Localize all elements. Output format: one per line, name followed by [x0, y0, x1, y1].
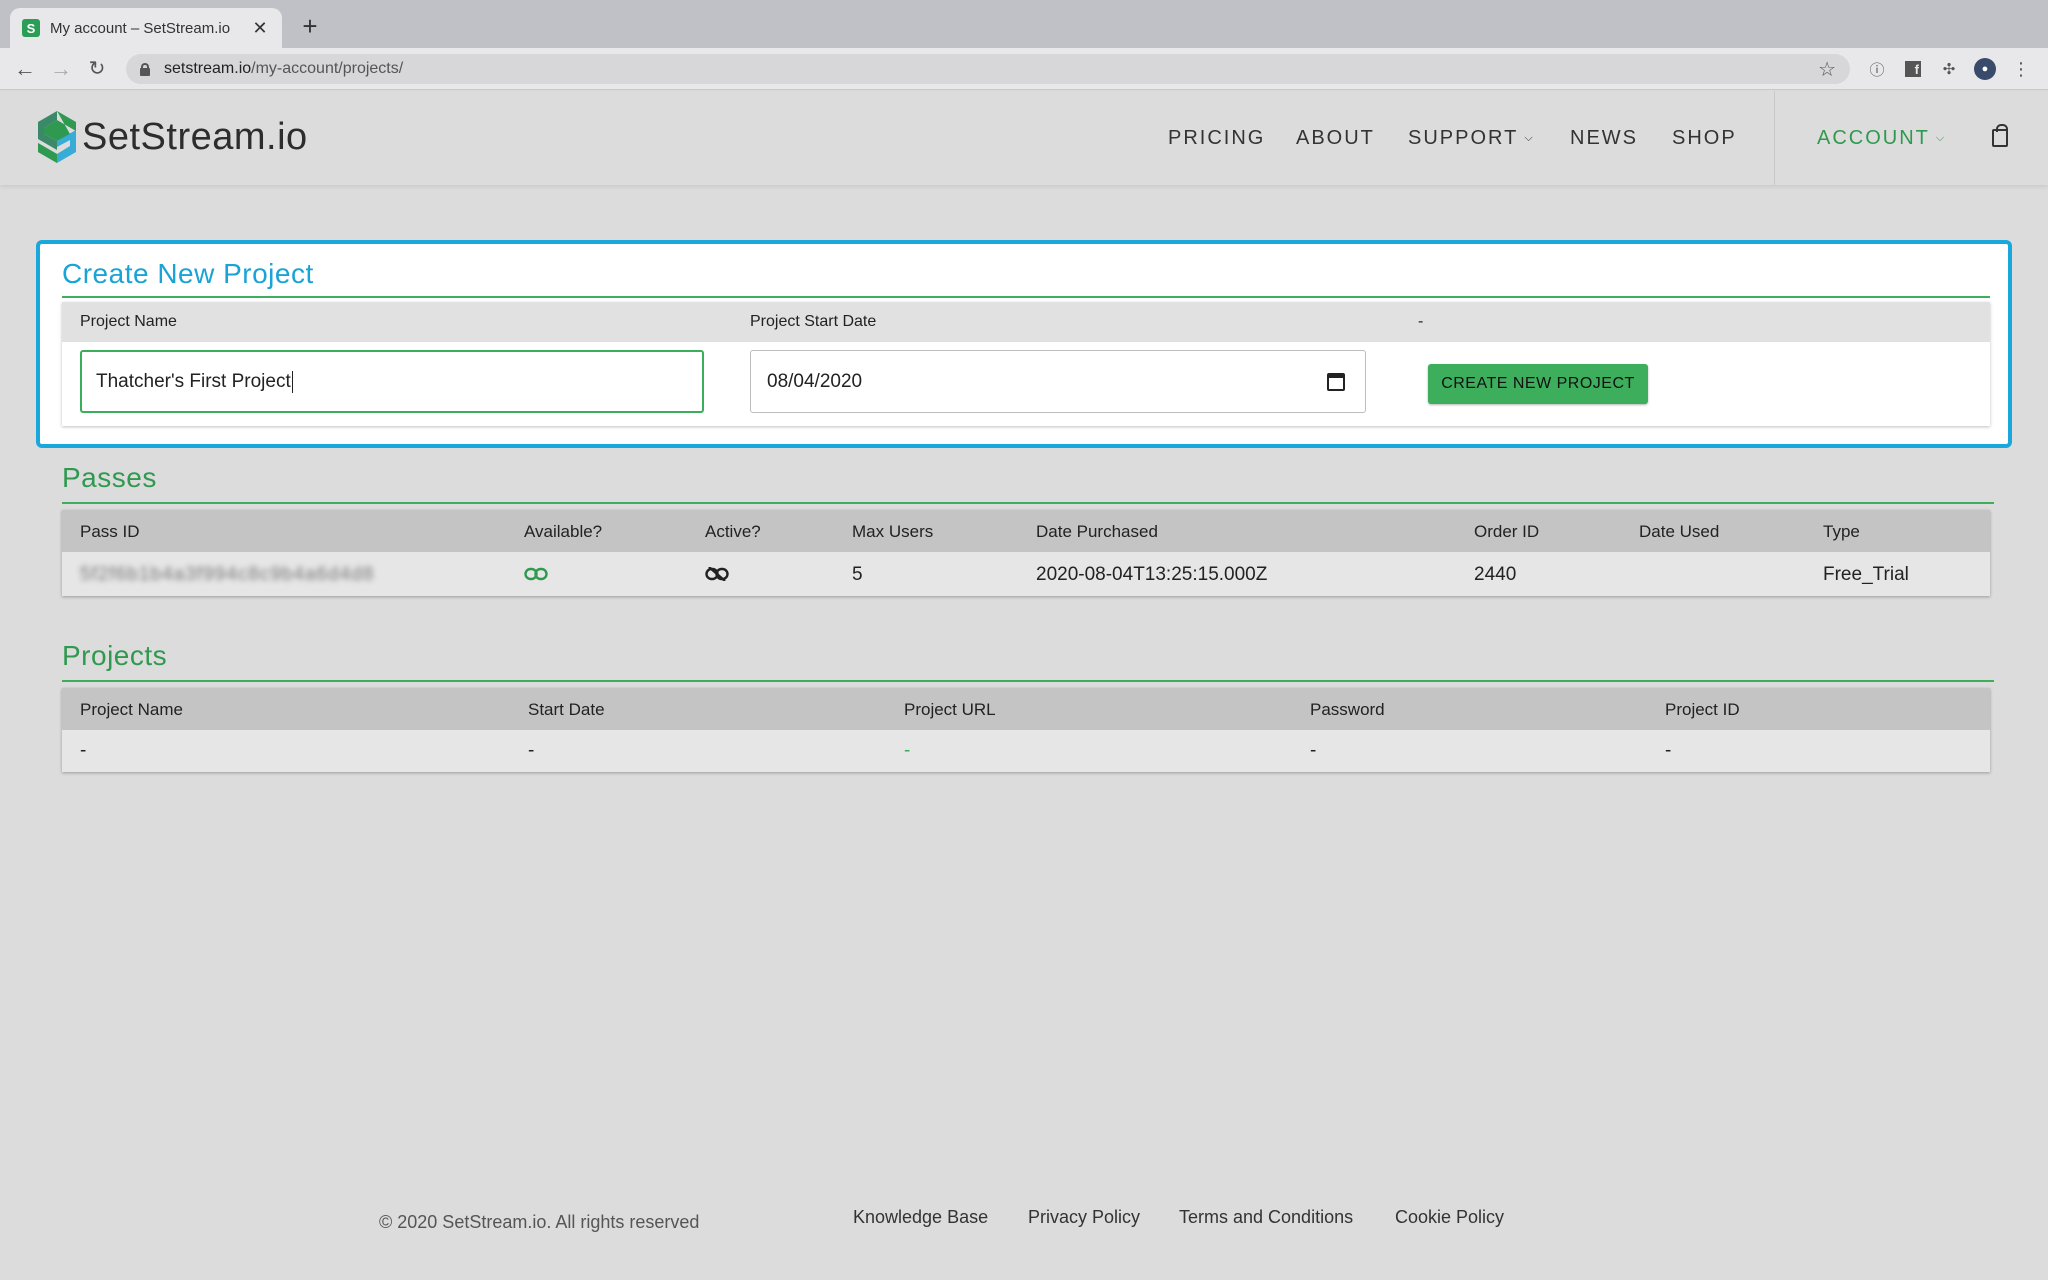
col-project-start-date: Project Start Date [750, 313, 877, 330]
col-start-date: Start Date [528, 700, 605, 719]
new-tab-icon[interactable]: + [296, 12, 324, 40]
col-order-id: Order ID [1474, 522, 1540, 541]
footer-link-knowledge-base[interactable]: Knowledge Base [853, 1207, 988, 1228]
projects-title: Projects [62, 640, 168, 671]
project-name-cell: - [80, 740, 87, 761]
col-action: - [1418, 313, 1424, 330]
shopping-bag-icon[interactable] [1992, 124, 2008, 147]
project-name-value: Thatcher's First Project [96, 370, 291, 392]
extensions-puzzle-icon[interactable]: ✣ [1938, 58, 1960, 80]
forward-arrow-icon[interactable]: → [48, 56, 74, 82]
table-row: - - - - - [62, 730, 1990, 772]
projects-table: Project Name Start Date Project URL Pass… [62, 688, 1990, 772]
create-project-form: Project Name Project Start Date - Thatch… [62, 302, 1990, 426]
project-id-cell: - [1665, 740, 1672, 761]
brand-name: SetStream.io [82, 115, 308, 158]
col-project-url: Project URL [904, 700, 996, 719]
pass-id-value: 5f2f6b1b4a3f994c8c9b4a6d4d8 [80, 564, 375, 585]
profile-avatar[interactable]: ● [1974, 58, 1996, 80]
col-max-users: Max Users [852, 522, 934, 541]
nav-account[interactable]: ACCOUNT ⌵ [1817, 127, 1946, 150]
col-project-name: Project Name [80, 700, 183, 719]
nav-news[interactable]: NEWS [1570, 127, 1638, 150]
section-divider [62, 680, 1994, 682]
nav-shop[interactable]: SHOP [1672, 127, 1737, 150]
text-caret [291, 370, 293, 393]
col-type: Type [1823, 522, 1860, 541]
table-row: 5f2f6b1b4a3f994c8c9b4a6d4d8 5 2020-08-04… [62, 552, 1990, 596]
col-pass-id: Pass ID [80, 522, 140, 541]
footer-link-privacy-policy[interactable]: Privacy Policy [1028, 1207, 1140, 1228]
setstream-logo-icon [38, 111, 76, 163]
browser-menu-icon[interactable]: ⋮ [2010, 58, 2032, 80]
project-name-input[interactable]: Thatcher's First Project [80, 350, 704, 413]
col-project-name: Project Name [80, 313, 177, 330]
passes-title: Passes [62, 462, 157, 493]
passes-table-header: Pass ID Available? Active? Max Users Dat… [62, 510, 1990, 552]
col-date-purchased: Date Purchased [1036, 522, 1158, 541]
section-divider [62, 296, 1990, 298]
col-date-used: Date Used [1639, 522, 1720, 541]
passes-table: Pass ID Available? Active? Max Users Dat… [62, 510, 1990, 596]
password-manager-icon[interactable]: ⓘ [1866, 58, 1888, 80]
order-id-value: 2440 [1474, 564, 1517, 585]
tab-title: My account – SetStream.io [50, 19, 231, 37]
col-password: Password [1310, 700, 1385, 719]
footer-link-terms[interactable]: Terms and Conditions [1179, 1207, 1353, 1228]
max-users-value: 5 [852, 564, 863, 585]
col-available: Available? [524, 522, 603, 541]
nav-support[interactable]: SUPPORT ⌵ [1408, 127, 1535, 150]
browser-toolbar: ← → ↻ setstream.io/my-account/projects/ … [0, 48, 2048, 90]
create-form-body: Thatcher's First Project 08/04/2020 CREA… [62, 342, 1990, 426]
chevron-down-icon: ⌵ [1524, 132, 1535, 144]
date-purchased-value: 2020-08-04T13:25:15.000Z [1036, 564, 1268, 585]
bookmark-star-icon[interactable]: ☆ [1818, 57, 1836, 82]
lock-icon [140, 63, 150, 76]
col-project-id: Project ID [1665, 700, 1740, 719]
nav-about[interactable]: ABOUT [1296, 127, 1375, 150]
chevron-down-icon: ⌵ [1935, 132, 1947, 144]
footer-copyright: © 2020 SetStream.io. All rights reserved [379, 1212, 700, 1232]
back-arrow-icon[interactable]: ← [12, 56, 38, 82]
facebook-extension-icon[interactable]: f [1902, 58, 1924, 80]
nav-support-label: SUPPORT [1408, 127, 1519, 149]
nav-pricing[interactable]: PRICING [1168, 127, 1265, 150]
project-start-date-value: 08/04/2020 [767, 370, 863, 392]
address-bar[interactable]: setstream.io/my-account/projects/ ☆ [126, 54, 1850, 84]
create-project-title: Create New Project [62, 258, 314, 289]
nav-divider [1774, 91, 1775, 185]
section-divider [62, 502, 1994, 504]
link-icon [524, 567, 548, 581]
col-active: Active? [705, 522, 761, 541]
nav-account-label: ACCOUNT [1817, 127, 1930, 149]
close-tab-icon[interactable]: ✕ [250, 18, 270, 39]
project-url-link[interactable]: - [904, 740, 910, 762]
password-cell: - [1310, 740, 1317, 761]
site-favicon-icon: S [22, 19, 40, 37]
create-form-header: Project Name Project Start Date - [62, 302, 1990, 342]
site-header: SetStream.io PRICING ABOUT SUPPORT ⌵ NEWS… [0, 91, 2048, 185]
create-new-project-button[interactable]: CREATE NEW PROJECT [1428, 364, 1648, 404]
url-text: setstream.io/my-account/projects/ [164, 60, 404, 77]
calendar-icon[interactable] [1327, 373, 1345, 391]
project-start-date-input[interactable]: 08/04/2020 [750, 350, 1366, 413]
type-value: Free_Trial [1823, 564, 1909, 585]
create-project-card: Create New Project Project Name Project … [36, 240, 2012, 448]
reload-icon[interactable]: ↻ [84, 56, 110, 82]
footer-link-cookie-policy[interactable]: Cookie Policy [1395, 1207, 1504, 1228]
browser-tab-bar: S My account – SetStream.io ✕ + [0, 0, 2048, 48]
link-off-icon [705, 567, 729, 581]
projects-table-header: Project Name Start Date Project URL Pass… [62, 688, 1990, 730]
start-date-cell: - [528, 740, 535, 761]
site-logo[interactable]: SetStream.io [36, 109, 308, 165]
browser-tab[interactable]: S My account – SetStream.io ✕ [10, 8, 282, 48]
